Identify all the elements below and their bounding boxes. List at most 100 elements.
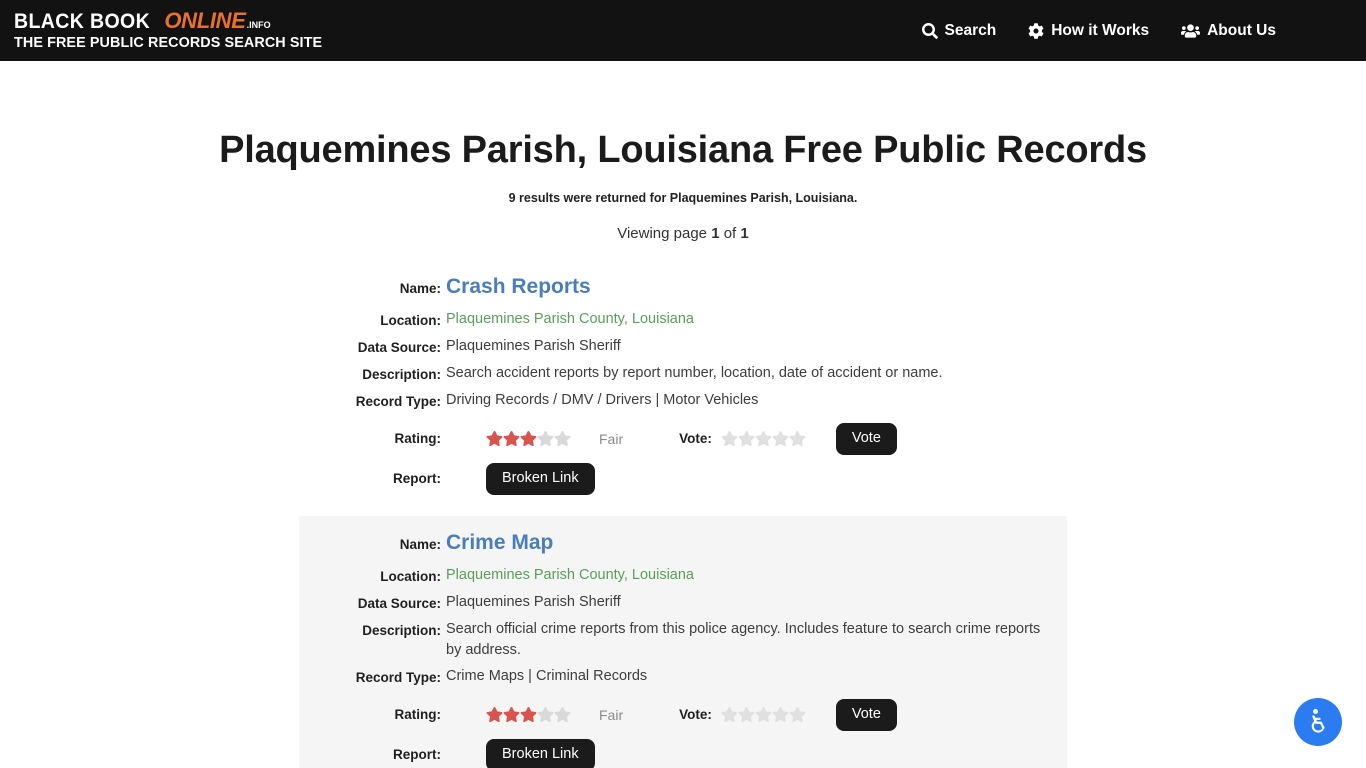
result-description-row: Description: Search accident reports by … [299, 363, 1067, 385]
main-navigation: Search How it Works About Us [906, 14, 1354, 48]
label-report: Report: [393, 747, 441, 763]
result-report-row: Report: Broken Link [299, 738, 1067, 768]
broken-link-button[interactable]: Broken Link [486, 738, 595, 768]
result-description-value: Search accident reports by report number… [446, 365, 943, 381]
results-list: Name: Crash Reports Location: Plaquemine… [0, 260, 1366, 768]
result-data-source-value: Plaquemines Parish Sheriff [446, 593, 621, 610]
star-icon [503, 706, 520, 723]
star-icon [721, 706, 738, 723]
label-record-type: Record Type: [355, 669, 441, 685]
vote-stars[interactable] [721, 706, 806, 723]
label-record-type: Record Type: [355, 394, 441, 409]
star-icon [755, 430, 772, 447]
star-icon [503, 430, 520, 447]
result-data-source-row: Data Source: Plaquemines Parish Sheriff [299, 592, 1067, 614]
people-icon [1181, 23, 1201, 39]
label-rating: Rating: [394, 431, 442, 447]
accessibility-button[interactable] [1294, 698, 1342, 746]
paging-total: 1 [740, 225, 749, 242]
label-rating: Rating: [394, 707, 442, 723]
page-content: Plaquemines Parish, Louisiana Free Publi… [0, 61, 1366, 768]
paging-middle: of [723, 225, 737, 242]
star-icon [554, 430, 571, 447]
label-data-source: Data Source: [357, 595, 441, 611]
rating-stars [486, 430, 571, 447]
star-icon [537, 706, 554, 723]
star-icon [789, 430, 806, 447]
label-location: Location: [380, 568, 441, 584]
result-name-link[interactable]: Crime Map [446, 531, 553, 554]
vote-button[interactable]: Vote [835, 423, 897, 455]
result-name-link[interactable]: Crash Reports [446, 275, 591, 298]
result-card: Name: Crash Reports Location: Plaquemine… [299, 260, 1067, 516]
vote-stars[interactable] [721, 430, 806, 447]
site-header: BLACK BOOK ONLINE .INFO THE FREE PUBLIC … [0, 0, 1366, 61]
result-description-value: Search official crime reports from this … [446, 620, 1041, 658]
rating-stars [486, 706, 571, 723]
logo-info-text: .INFO [246, 20, 271, 31]
result-location-row: Location: Plaquemines Parish County, Lou… [299, 565, 1067, 587]
result-record-type-row: Record Type: Crime Maps | Criminal Recor… [299, 666, 1067, 688]
star-icon [537, 430, 554, 447]
site-logo[interactable]: BLACK BOOK ONLINE .INFO THE FREE PUBLIC … [14, 10, 325, 51]
result-record-type-value: Driving Records / DMV / Drivers | Motor … [446, 392, 759, 408]
paging-prefix: Viewing page [617, 225, 708, 242]
star-icon [520, 430, 537, 447]
label-description: Description: [362, 622, 441, 638]
broken-link-button[interactable]: Broken Link [486, 462, 595, 495]
result-rating-row: Rating: Fair Vote: Vote [299, 698, 1067, 731]
star-icon [721, 430, 738, 447]
star-icon [486, 430, 503, 447]
results-summary: 9 results were returned for Plaquemines … [508, 191, 858, 205]
label-description: Description: [362, 367, 441, 382]
label-report: Report: [393, 471, 441, 487]
label-location: Location: [380, 313, 441, 328]
star-icon [772, 706, 789, 723]
result-card: Name: Crime Map Location: Plaquemines Pa… [299, 515, 1067, 768]
logo-wordmark: BLACK BOOK ONLINE .INFO [14, 8, 325, 34]
result-data-source-value: Plaquemines Parish Sheriff [446, 338, 621, 354]
search-icon [921, 22, 938, 39]
result-description-row: Description: Search official crime repor… [299, 619, 1067, 661]
nav-item-how-it-works[interactable]: How it Works [1012, 14, 1165, 48]
label-vote: Vote: [679, 430, 712, 446]
logo-blackbook-text: BLACK BOOK [14, 10, 151, 34]
star-icon [772, 430, 789, 447]
nav-label-search: Search [944, 21, 997, 39]
result-record-type-value: Crime Maps | Criminal Records [446, 667, 648, 684]
paging-current: 1 [711, 225, 720, 242]
star-icon [738, 430, 755, 447]
label-vote: Vote: [679, 706, 712, 722]
result-rating-row: Rating: Fair Vote: Vote [299, 423, 1067, 455]
nav-label-about-us: About Us [1207, 21, 1276, 39]
result-report-row: Report: Broken Link [299, 462, 1067, 495]
pagination-status: Viewing page 1 of 1 [0, 225, 1366, 242]
gear-icon [1028, 22, 1044, 39]
label-data-source: Data Source: [357, 340, 441, 355]
result-location-value: Plaquemines Parish County, Louisiana [446, 566, 694, 583]
result-name-row: Name: Crash Reports [299, 274, 1067, 302]
rating-word: Fair [599, 706, 624, 723]
result-location-row: Location: Plaquemines Parish County, Lou… [299, 309, 1067, 331]
nav-item-search[interactable]: Search [906, 14, 1013, 48]
page-title: Plaquemines Parish, Louisiana Free Publi… [219, 129, 1147, 171]
result-location-value: Plaquemines Parish County, Louisiana [446, 311, 694, 327]
star-icon [755, 706, 772, 723]
star-icon [738, 706, 755, 723]
result-data-source-row: Data Source: Plaquemines Parish Sheriff [299, 336, 1067, 358]
result-record-type-row: Record Type: Driving Records / DMV / Dri… [299, 390, 1067, 412]
star-icon [520, 706, 537, 723]
wheelchair-icon [1311, 709, 1325, 733]
nav-label-how-it-works: How it Works [1051, 21, 1150, 39]
label-name: Name: [399, 281, 441, 296]
star-icon [554, 706, 571, 723]
logo-online-text: ONLINE [164, 8, 246, 34]
nav-item-about-us[interactable]: About Us [1165, 14, 1292, 48]
logo-tagline: THE FREE PUBLIC RECORDS SEARCH SITE [14, 35, 323, 52]
label-name: Name: [399, 536, 441, 552]
star-icon [486, 706, 503, 723]
star-icon [789, 706, 806, 723]
vote-button[interactable]: Vote [835, 698, 897, 731]
rating-word: Fair [599, 430, 624, 447]
result-name-row: Name: Crime Map [299, 530, 1067, 558]
